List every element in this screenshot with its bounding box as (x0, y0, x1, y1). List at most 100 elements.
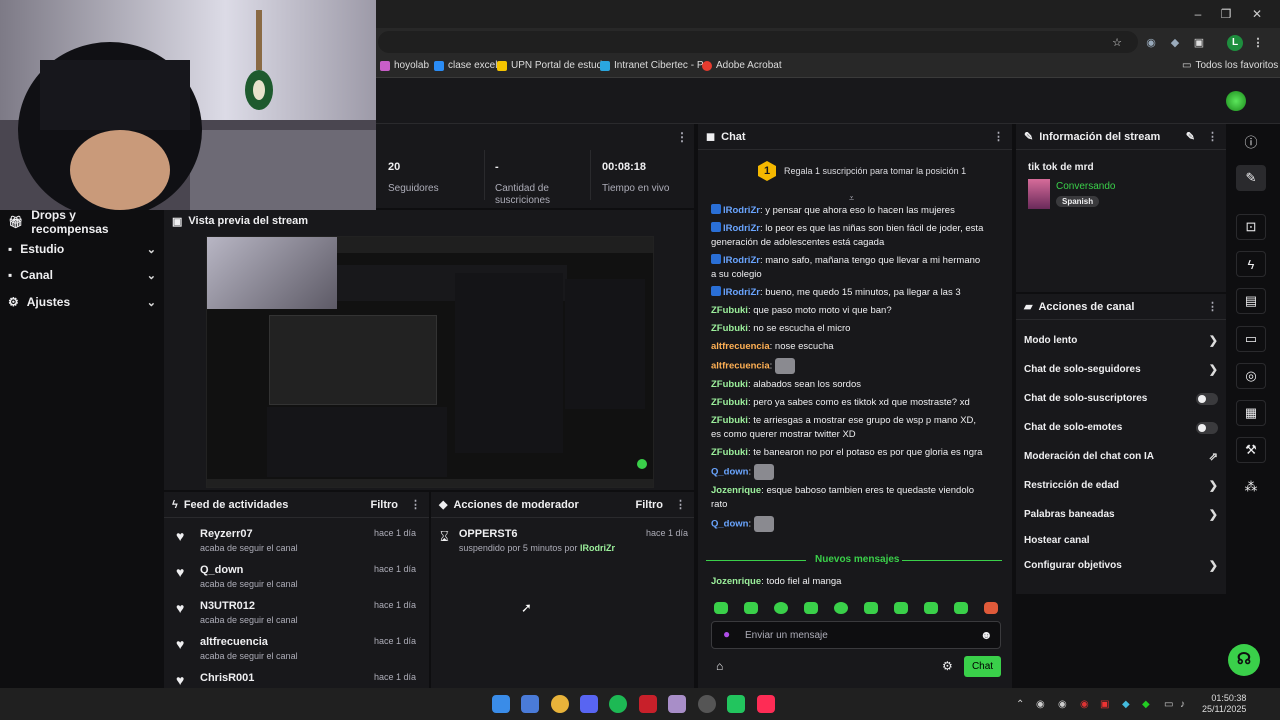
chat-username[interactable]: altfrecuencia (711, 341, 770, 352)
tray-steam-icon[interactable]: ◉ (1036, 699, 1045, 710)
edit-stream-icon[interactable]: ✎ (1236, 165, 1266, 191)
discord-icon[interactable] (580, 695, 598, 713)
list-item[interactable]: ♥ N3UTR012 acaba de seguir el canal hace 1 … (168, 600, 424, 636)
mod-badge-icon[interactable] (711, 222, 721, 232)
emote-icon[interactable] (753, 464, 774, 480)
action-emotes-only[interactable]: Chat de solo-emotes (1016, 413, 1226, 442)
bookmark-star-icon[interactable]: ☆ (1110, 36, 1124, 50)
chat-message[interactable]: Jozenrique: esque baboso tambien eres te… (699, 482, 999, 514)
file-explorer-icon[interactable] (521, 695, 539, 713)
edit-pencil-icon[interactable]: ✎ (1186, 130, 1195, 143)
chat-message[interactable]: altfrecuencia: (699, 356, 999, 376)
tray-discord-icon[interactable]: ◉ (1058, 699, 1067, 710)
feed-filter-button[interactable]: Filtro (371, 499, 399, 511)
info-icon[interactable]: ⓘ (1236, 128, 1266, 154)
action-banned-words[interactable]: Palabras baneadas ❯ (1016, 500, 1226, 529)
chat-username[interactable]: ZFubuki (711, 379, 748, 390)
chat-username[interactable]: altfrecuencia (711, 361, 770, 372)
emote-icon[interactable] (774, 358, 795, 374)
action-subscribers-only[interactable]: Chat de solo-suscriptores (1016, 384, 1226, 413)
chrome-icon[interactable] (551, 695, 569, 713)
mod-badge-icon[interactable] (711, 204, 721, 214)
media-player-icon[interactable] (639, 695, 657, 713)
action-ai-moderation[interactable]: Moderación del chat con IA ⇗ (1016, 442, 1226, 471)
list-item[interactable]: ♥ ChrisR001 hace 1 día (168, 672, 424, 686)
list-item[interactable]: ♥ altfrecuencia acaba de seguir el canal ha… (168, 636, 424, 672)
emote-icon[interactable] (834, 602, 848, 614)
category-link[interactable]: Conversando (1056, 181, 1115, 192)
chat-menu-icon[interactable]: ⋮ (993, 130, 1004, 143)
tiktok-icon[interactable] (757, 695, 775, 713)
clip-icon[interactable]: ⊡ (1236, 214, 1266, 240)
minimize-button[interactable]: – (1190, 6, 1206, 22)
send-chat-button[interactable]: Chat (964, 656, 1001, 677)
help-support-button[interactable]: ☊ (1228, 644, 1260, 676)
chat-username[interactable]: ZFubuki (711, 415, 748, 426)
emote-icon[interactable] (984, 602, 998, 614)
obs-icon[interactable] (698, 695, 716, 713)
chat-message[interactable]: altfrecuencia: nose escucha (699, 338, 999, 356)
emote-icon[interactable] (924, 602, 938, 614)
category-thumbnail[interactable] (1028, 179, 1050, 209)
chat-message[interactable]: ZFubuki: que paso moto moto vi que ban? (699, 302, 999, 320)
store-icon[interactable]: ⌂ (716, 659, 723, 673)
sidebar-item-canal[interactable]: ▪ Canal ⌄ (0, 262, 164, 288)
chat-icon[interactable]: ▭ (1236, 326, 1266, 352)
broadcast-icon[interactable]: ◎ (1236, 363, 1266, 389)
stats-menu-icon[interactable]: ⋮ (676, 130, 688, 144)
mod-filter-button[interactable]: Filtro (636, 499, 664, 511)
chat-username[interactable]: lRodriZr (723, 255, 760, 266)
action-slow-mode[interactable]: Modo lento ❯ (1016, 326, 1226, 355)
tray-app-icon[interactable]: ◉ (1080, 699, 1089, 710)
sidebar-item-drops[interactable]: 🎁︎ Drops y recompensas (0, 208, 164, 236)
chat-username[interactable]: ZFubuki (711, 447, 748, 458)
language-tag[interactable]: Spanish (1056, 196, 1100, 207)
maximize-button[interactable]: ❐ (1218, 6, 1234, 22)
tray-app-icon[interactable]: ▣ (1100, 699, 1109, 710)
bookmark-intranet-cibertec[interactable]: Intranet Cibertec - P... (600, 60, 711, 71)
mod-menu-icon[interactable]: ⋮ (675, 498, 686, 511)
extensions-puzzle-icon[interactable]: ▣ (1192, 36, 1206, 50)
list-item[interactable]: ♥ Reyzerr07 acaba de seguir el canal hace 1… (168, 528, 424, 564)
chat-message[interactable]: ZFubuki: no se escucha el micro (699, 320, 999, 338)
spotify-icon[interactable] (609, 695, 627, 713)
new-messages-divider[interactable]: Nuevos mensajes (815, 554, 900, 565)
volume-icon[interactable]: ♪ (1180, 699, 1185, 710)
browser-menu-icon[interactable]: ⋮ (1251, 36, 1265, 50)
close-window-button[interactable]: ✕ (1249, 6, 1265, 22)
address-bar[interactable] (378, 31, 1138, 53)
chat-settings-gear-icon[interactable]: ⚙ (942, 659, 953, 673)
document-icon[interactable]: ▤ (1236, 288, 1266, 314)
emote-icon[interactable] (774, 602, 788, 614)
emote-icon[interactable] (753, 516, 774, 532)
game-icon[interactable] (668, 695, 686, 713)
taskbar-clock[interactable]: 01:50:38 25/11/2025 (1202, 693, 1246, 715)
action-followers-only[interactable]: Chat de solo-seguidores ❯ (1016, 355, 1226, 384)
chat-message[interactable]: lRodriZr: lo peor es que las niñas son b… (699, 220, 999, 252)
emotes-only-toggle[interactable] (1196, 421, 1218, 434)
chat-message[interactable]: Q_down: (699, 462, 999, 482)
layout-icon[interactable]: ▦ (1236, 400, 1266, 426)
all-favorites-folder[interactable]: ▭ Todos los favoritos (1182, 60, 1278, 71)
subscribers-only-toggle[interactable] (1196, 392, 1218, 405)
stream-info-menu-icon[interactable]: ⋮ (1207, 130, 1218, 143)
profile-avatar[interactable]: L (1227, 35, 1243, 51)
chat-message[interactable]: Jozenrique: todo fiel al manga (699, 573, 853, 591)
feed-menu-icon[interactable]: ⋮ (410, 498, 421, 511)
emote-icon[interactable] (954, 602, 968, 614)
mod-action-item[interactable]: ⌛︎ OPPERST6 suspendido por 5 minutos por … (440, 528, 688, 553)
emote-icon[interactable] (744, 602, 758, 614)
sidebar-item-estudio[interactable]: ▪ Estudio ⌄ (0, 236, 164, 262)
chat-username[interactable]: Q_down (711, 519, 748, 530)
tray-app-icon[interactable]: ◆ (1142, 699, 1150, 710)
action-configure-goals[interactable]: Configurar objetivos ❯ (1016, 551, 1226, 580)
chat-input-placeholder[interactable]: Enviar un mensaje (745, 630, 828, 641)
chat-message[interactable]: ZFubuki: te arriesgas a mostrar ese grup… (699, 412, 999, 444)
emote-icon[interactable] (804, 602, 818, 614)
chat-message[interactable]: lRodriZr: mano safo, mañana tengo que ll… (699, 252, 999, 284)
chat-message[interactable]: ZFubuki: pero ya sabes como es tiktok xd… (699, 394, 999, 412)
chat-username[interactable]: lRodriZr (723, 223, 760, 234)
chat-message[interactable]: Q_down: (699, 514, 999, 534)
lightning-icon[interactable]: ϟ (1236, 251, 1266, 277)
emote-icon[interactable] (864, 602, 878, 614)
